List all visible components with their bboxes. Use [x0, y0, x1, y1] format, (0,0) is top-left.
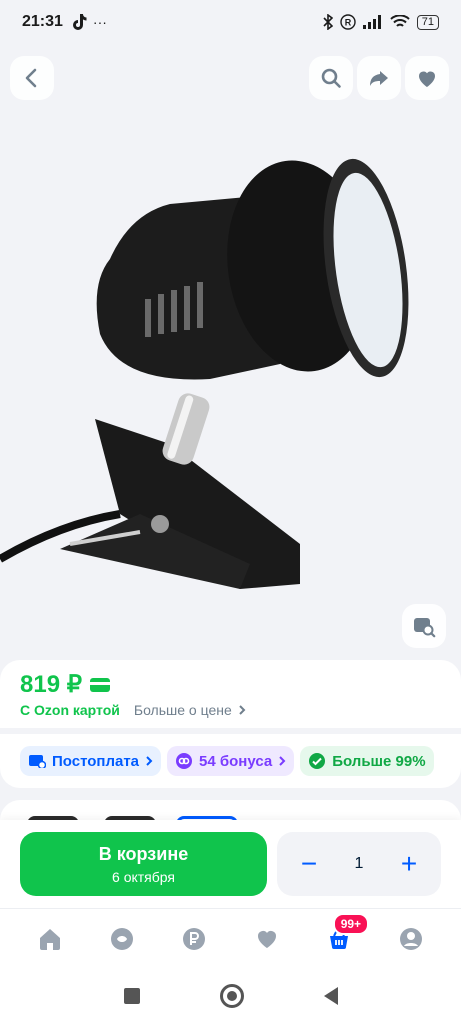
image-search-icon [414, 618, 436, 638]
postpay-icon [29, 755, 46, 768]
decrease-quantity-button[interactable]: − [297, 850, 321, 878]
finance-icon [183, 927, 206, 950]
tiktok-icon [72, 14, 87, 30]
heart-icon [419, 71, 435, 87]
nav-finance[interactable] [174, 919, 214, 959]
nav-fresh[interactable] [102, 919, 142, 959]
quantity-stepper: − 1 + [277, 832, 441, 896]
status-time: 21:31 [22, 13, 63, 30]
chevron-right-icon [239, 705, 246, 715]
price-value: 819 ₽ [20, 671, 82, 698]
chip-bonus[interactable]: 54 бонуса [167, 746, 295, 776]
status-notification-icons: ··· [72, 14, 107, 30]
search-button[interactable] [309, 56, 353, 100]
ozon-card-label: С Ozon картой [20, 702, 120, 718]
chevron-right-icon [279, 756, 286, 766]
back-system-button[interactable] [323, 987, 338, 1005]
status-dots: ··· [92, 14, 107, 30]
share-arrow-icon [370, 71, 388, 86]
product-gallery[interactable] [0, 44, 461, 658]
price-subline: С Ozon картой Больше о цене [20, 702, 246, 718]
bluetooth-icon [323, 14, 333, 30]
home-button[interactable] [219, 984, 244, 1008]
profile-icon [399, 927, 422, 950]
chip-postpay[interactable]: Постоплата [20, 746, 162, 776]
more-price-link[interactable]: Больше о цене [134, 702, 246, 718]
back-button[interactable] [10, 56, 54, 100]
price-section: 819 ₽ С Ozon картой Больше о цене [0, 660, 461, 728]
purchase-bar: В корзине 6 октября − 1 + [0, 820, 461, 908]
signal-icon [362, 15, 381, 29]
chip-rating[interactable]: Больше 99% [300, 746, 434, 776]
price-row: 819 ₽ [20, 670, 110, 699]
more-price-label: Больше о цене [133, 702, 232, 718]
bottom-navigation: 99+ [0, 908, 461, 968]
home-icon [40, 928, 61, 950]
battery-level: 71 [416, 14, 439, 30]
cart-count-badge: 99+ [332, 912, 370, 935]
quantity-value: 1 [354, 855, 364, 872]
fresh-icon [111, 927, 134, 950]
product-image-desk-lamp[interactable] [0, 44, 461, 658]
chip-rating-label: Больше 99% [332, 752, 426, 770]
benefit-chips-section: Постоплата 54 бонуса Больше 99% [0, 734, 461, 788]
increase-quantity-button[interactable]: + [397, 850, 421, 878]
chevron-right-icon [146, 756, 153, 766]
svg-text:R: R [345, 18, 352, 28]
arrow-left-icon [25, 68, 37, 88]
in-cart-title: В корзине [98, 843, 189, 864]
search-icon [321, 68, 341, 88]
chip-postpay-label: Постоплата [52, 752, 140, 770]
image-search-button[interactable] [402, 604, 446, 648]
nav-cart[interactable]: 99+ [319, 912, 370, 959]
in-cart-button[interactable]: В корзине 6 октября [20, 832, 267, 896]
bonus-icon [176, 753, 193, 769]
product-screen: 21:31 ··· R 71 819 ₽ С Ozon картой Больш… [0, 0, 461, 1024]
favorite-button[interactable] [405, 56, 449, 100]
delivery-date: 6 октября [112, 868, 175, 885]
rating-icon [309, 753, 326, 769]
benefit-chips: Постоплата 54 бонуса Больше 99% [20, 746, 434, 776]
status-system-icons: R 71 [323, 14, 439, 30]
nav-favorites[interactable] [247, 919, 287, 959]
chip-bonus-label: 54 бонуса [199, 752, 273, 770]
share-button[interactable] [357, 56, 401, 100]
registered-icon: R [340, 14, 356, 30]
status-bar: 21:31 ··· R 71 [0, 0, 461, 44]
wifi-icon [390, 15, 410, 27]
nav-home[interactable] [30, 919, 70, 959]
ozon-card-icon [89, 677, 110, 692]
favorites-icon [257, 930, 276, 948]
recents-button[interactable] [123, 988, 140, 1004]
nav-profile[interactable] [391, 919, 431, 959]
system-navigation [0, 968, 461, 1024]
